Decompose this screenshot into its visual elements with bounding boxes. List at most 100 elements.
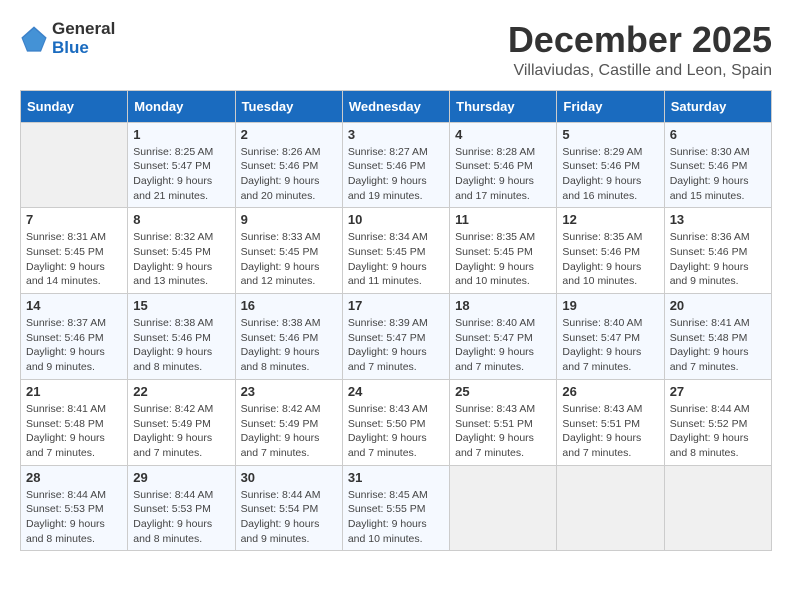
day-number: 18 — [455, 298, 551, 313]
table-row: 16 Sunrise: 8:38 AMSunset: 5:46 PMDayligh… — [235, 294, 342, 380]
table-row: 23 Sunrise: 8:42 AMSunset: 5:49 PMDayligh… — [235, 379, 342, 465]
calendar-week-row: 14 Sunrise: 8:37 AMSunset: 5:46 PMDayligh… — [21, 294, 772, 380]
day-info: Sunrise: 8:36 AMSunset: 5:46 PMDaylight:… — [670, 230, 766, 289]
day-number: 14 — [26, 298, 122, 313]
day-number: 25 — [455, 384, 551, 399]
day-number: 22 — [133, 384, 229, 399]
table-row: 20 Sunrise: 8:41 AMSunset: 5:48 PMDayligh… — [664, 294, 771, 380]
day-number: 29 — [133, 470, 229, 485]
table-row: 18 Sunrise: 8:40 AMSunset: 5:47 PMDayligh… — [450, 294, 557, 380]
day-info: Sunrise: 8:25 AMSunset: 5:47 PMDaylight:… — [133, 145, 229, 204]
logo-icon — [20, 25, 48, 53]
day-number: 1 — [133, 127, 229, 142]
day-number: 10 — [348, 212, 444, 227]
logo: General Blue — [20, 20, 115, 57]
table-row: 30 Sunrise: 8:44 AMSunset: 5:54 PMDayligh… — [235, 465, 342, 551]
day-info: Sunrise: 8:44 AMSunset: 5:52 PMDaylight:… — [670, 402, 766, 461]
day-number: 6 — [670, 127, 766, 142]
day-info: Sunrise: 8:37 AMSunset: 5:46 PMDaylight:… — [26, 316, 122, 375]
day-info: Sunrise: 8:35 AMSunset: 5:45 PMDaylight:… — [455, 230, 551, 289]
day-info: Sunrise: 8:27 AMSunset: 5:46 PMDaylight:… — [348, 145, 444, 204]
calendar-month-year: December 2025 — [508, 20, 772, 60]
day-info: Sunrise: 8:42 AMSunset: 5:49 PMDaylight:… — [241, 402, 337, 461]
day-number: 21 — [26, 384, 122, 399]
day-info: Sunrise: 8:29 AMSunset: 5:46 PMDaylight:… — [562, 145, 658, 204]
table-row: 3 Sunrise: 8:27 AMSunset: 5:46 PMDaylight… — [342, 122, 449, 208]
header-saturday: Saturday — [664, 90, 771, 122]
table-row: 6 Sunrise: 8:30 AMSunset: 5:46 PMDaylight… — [664, 122, 771, 208]
calendar-week-row: 1 Sunrise: 8:25 AMSunset: 5:47 PMDaylight… — [21, 122, 772, 208]
table-row: 27 Sunrise: 8:44 AMSunset: 5:52 PMDayligh… — [664, 379, 771, 465]
table-row: 24 Sunrise: 8:43 AMSunset: 5:50 PMDayligh… — [342, 379, 449, 465]
day-info: Sunrise: 8:44 AMSunset: 5:53 PMDaylight:… — [133, 488, 229, 547]
day-number: 8 — [133, 212, 229, 227]
day-info: Sunrise: 8:35 AMSunset: 5:46 PMDaylight:… — [562, 230, 658, 289]
table-row — [557, 465, 664, 551]
day-info: Sunrise: 8:40 AMSunset: 5:47 PMDaylight:… — [562, 316, 658, 375]
day-info: Sunrise: 8:43 AMSunset: 5:50 PMDaylight:… — [348, 402, 444, 461]
day-info: Sunrise: 8:31 AMSunset: 5:45 PMDaylight:… — [26, 230, 122, 289]
day-number: 19 — [562, 298, 658, 313]
day-number: 27 — [670, 384, 766, 399]
table-row: 5 Sunrise: 8:29 AMSunset: 5:46 PMDaylight… — [557, 122, 664, 208]
table-row: 15 Sunrise: 8:38 AMSunset: 5:46 PMDayligh… — [128, 294, 235, 380]
table-row: 9Sunrise: 8:33 AMSunset: 5:45 PMDaylight… — [235, 208, 342, 294]
table-row: 21 Sunrise: 8:41 AMSunset: 5:48 PMDayligh… — [21, 379, 128, 465]
day-number: 12 — [562, 212, 658, 227]
day-number: 26 — [562, 384, 658, 399]
day-info: Sunrise: 8:30 AMSunset: 5:46 PMDaylight:… — [670, 145, 766, 204]
day-number: 28 — [26, 470, 122, 485]
table-row: 25 Sunrise: 8:43 AMSunset: 5:51 PMDayligh… — [450, 379, 557, 465]
table-row: 19 Sunrise: 8:40 AMSunset: 5:47 PMDayligh… — [557, 294, 664, 380]
day-number: 11 — [455, 212, 551, 227]
day-info: Sunrise: 8:38 AMSunset: 5:46 PMDaylight:… — [241, 316, 337, 375]
table-row: 26 Sunrise: 8:43 AMSunset: 5:51 PMDayligh… — [557, 379, 664, 465]
day-info: Sunrise: 8:41 AMSunset: 5:48 PMDaylight:… — [26, 402, 122, 461]
table-row: 8 Sunrise: 8:32 AMSunset: 5:45 PMDaylight… — [128, 208, 235, 294]
day-number: 15 — [133, 298, 229, 313]
table-row: 12 Sunrise: 8:35 AMSunset: 5:46 PMDayligh… — [557, 208, 664, 294]
table-row — [21, 122, 128, 208]
day-number: 16 — [241, 298, 337, 313]
table-row: 28 Sunrise: 8:44 AMSunset: 5:53 PMDayligh… — [21, 465, 128, 551]
day-info: Sunrise: 8:42 AMSunset: 5:49 PMDaylight:… — [133, 402, 229, 461]
day-number: 20 — [670, 298, 766, 313]
day-number: 24 — [348, 384, 444, 399]
day-info: Sunrise: 8:33 AMSunset: 5:45 PMDaylight:… — [241, 230, 337, 289]
logo-general: General — [52, 20, 115, 39]
header-thursday: Thursday — [450, 90, 557, 122]
day-number: 5 — [562, 127, 658, 142]
day-info: Sunrise: 8:43 AMSunset: 5:51 PMDaylight:… — [455, 402, 551, 461]
table-row: 31Sunrise: 8:45 AMSunset: 5:55 PMDayligh… — [342, 465, 449, 551]
day-number: 30 — [241, 470, 337, 485]
day-number: 13 — [670, 212, 766, 227]
day-info: Sunrise: 8:44 AMSunset: 5:54 PMDaylight:… — [241, 488, 337, 547]
day-info: Sunrise: 8:39 AMSunset: 5:47 PMDaylight:… — [348, 316, 444, 375]
day-number: 4 — [455, 127, 551, 142]
table-row: 11 Sunrise: 8:35 AMSunset: 5:45 PMDayligh… — [450, 208, 557, 294]
table-row: 2Sunrise: 8:26 AMSunset: 5:46 PMDaylight… — [235, 122, 342, 208]
table-row — [450, 465, 557, 551]
day-number: 17 — [348, 298, 444, 313]
day-info: Sunrise: 8:40 AMSunset: 5:47 PMDaylight:… — [455, 316, 551, 375]
calendar-week-row: 28 Sunrise: 8:44 AMSunset: 5:53 PMDayligh… — [21, 465, 772, 551]
header-friday: Friday — [557, 90, 664, 122]
calendar-week-row: 7 Sunrise: 8:31 AMSunset: 5:45 PMDaylight… — [21, 208, 772, 294]
day-number: 23 — [241, 384, 337, 399]
day-info: Sunrise: 8:45 AMSunset: 5:55 PMDaylight:… — [348, 488, 444, 547]
day-info: Sunrise: 8:26 AMSunset: 5:46 PMDaylight:… — [241, 145, 337, 204]
day-info: Sunrise: 8:38 AMSunset: 5:46 PMDaylight:… — [133, 316, 229, 375]
calendar-location: Villaviudas, Castille and Leon, Spain — [508, 62, 772, 80]
day-number: 3 — [348, 127, 444, 142]
day-info: Sunrise: 8:44 AMSunset: 5:53 PMDaylight:… — [26, 488, 122, 547]
table-row: 22 Sunrise: 8:42 AMSunset: 5:49 PMDayligh… — [128, 379, 235, 465]
day-info: Sunrise: 8:43 AMSunset: 5:51 PMDaylight:… — [562, 402, 658, 461]
table-row: 14 Sunrise: 8:37 AMSunset: 5:46 PMDayligh… — [21, 294, 128, 380]
day-number: 7 — [26, 212, 122, 227]
logo-blue: Blue — [52, 39, 115, 58]
header-wednesday: Wednesday — [342, 90, 449, 122]
day-info: Sunrise: 8:41 AMSunset: 5:48 PMDaylight:… — [670, 316, 766, 375]
day-info: Sunrise: 8:32 AMSunset: 5:45 PMDaylight:… — [133, 230, 229, 289]
table-row: 1 Sunrise: 8:25 AMSunset: 5:47 PMDaylight… — [128, 122, 235, 208]
table-row: 4Sunrise: 8:28 AMSunset: 5:46 PMDaylight… — [450, 122, 557, 208]
